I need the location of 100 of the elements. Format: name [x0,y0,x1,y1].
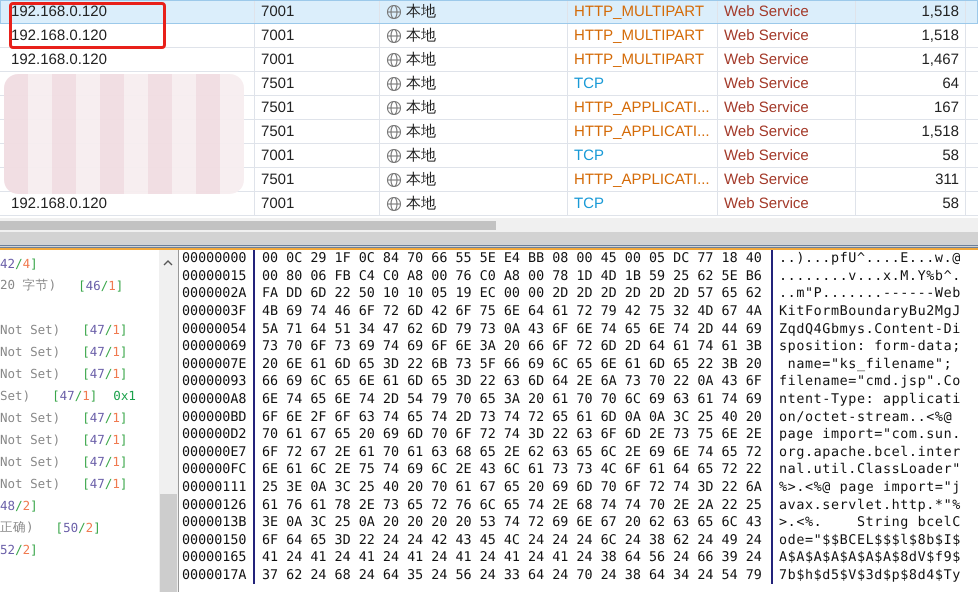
application-label: Web Service [724,171,809,188]
tree-line[interactable]: 20 字节) [46/1] [0,274,159,296]
application-label: Web Service [724,27,809,44]
hex-offset: 00000000 [179,250,255,268]
application-label: Web Service [724,123,809,140]
vertical-scrollbar[interactable] [159,250,178,592]
hex-offset: 000000E7 [179,444,255,462]
ascii-text: ntent-Type: applicati [778,392,961,408]
hex-bytes: 41 24 41 24 41 24 41 24 41 24 41 24 41 24 38 64 56 24 66 39 24 [255,549,773,567]
ascii-text: >.<%. String bcelC [778,515,961,530]
source-address: 192.168.0.120 [11,51,107,68]
hex-bytes: 00 0C 29 1F 0C 84 70 66 55 5E E4 BB 08 00 45 00 05 DC 77 18 40 [255,250,773,268]
globe-icon [386,76,402,92]
port-number: 7501 [261,75,294,92]
port-number: 7501 [261,123,294,140]
location-label: 本地 [406,194,436,213]
application-label: Web Service [724,195,809,212]
location-label: 本地 [406,2,436,21]
hex-offset: 00000015 [179,268,255,286]
ascii-text: A$A$A$A$A$A$A$8dV$f9$ [778,550,961,566]
hex-offset: 00000126 [179,496,255,514]
globe-icon [386,4,402,20]
location-label: 本地 [406,50,436,69]
hex-offset: 00000093 [179,373,255,391]
port-number: 7501 [261,99,294,116]
protocol-label: HTTP_MULTIPART [574,51,704,68]
source-address: 192.168.0.120 [11,27,107,44]
hex-offset: 0000007E [179,356,255,374]
hex-bytes: 6E 74 65 6E 74 2D 54 79 70 65 3A 20 61 70 70 6C 69 63 61 74 69 [255,390,773,408]
hex-bytes: 6F 72 67 2E 61 70 61 63 68 65 2E 62 63 65 6C 2E 69 6E 74 65 72 [255,444,773,462]
location-label: 本地 [406,146,436,165]
port-number: 7001 [261,51,294,68]
hex-offset: 00000054 [179,320,255,338]
packet-size: 1,518 [921,123,959,140]
hex-bytes: 66 69 6C 65 6E 61 6D 65 3D 22 63 6D 64 2E 6A 73 70 22 0A 43 6F [255,373,773,391]
hex-bytes: 3E 0A 3C 25 0A 20 20 20 20 53 74 72 69 6E 67 20 62 63 65 6C 43 [255,514,773,532]
packet-size: 1,518 [921,3,959,20]
packet-size: 311 [935,171,959,188]
source-address: 192.168.0.120 [11,195,107,212]
hex-offset: 0000013B [179,514,255,532]
globe-icon [386,196,402,212]
hex-bytes: 6F 6E 2F 6F 63 74 65 74 2D 73 74 72 65 61 6D 0A 0A 3C 25 40 20 [255,408,773,426]
tree-line[interactable]: 42/4] [0,252,159,274]
location-label: 本地 [406,122,436,141]
hex-bytes: 4B 69 74 46 6F 72 6D 42 6F 75 6E 64 61 72 79 42 75 32 4D 67 4A [255,302,773,320]
packet-size: 1,518 [921,27,959,44]
source-address: 192.168.0.120 [11,3,107,20]
tree-line[interactable]: Not Set) [47/1] [0,362,159,384]
tree-line[interactable]: Set) [47/1] 0x1 [0,384,159,406]
hex-offset: 000000BD [179,408,255,426]
tree-line[interactable]: Not Set) [47/1] [0,428,159,450]
ascii-text: avax.servlet.http.*"% [778,498,961,513]
protocol-label: HTTP_MULTIPART [574,3,704,20]
tree-line[interactable]: Not Set) [47/1] [0,450,159,472]
packet-size: 58 [942,195,959,212]
tree-line[interactable]: Not Set) [47/1] [0,318,159,340]
application-label: Web Service [724,3,809,20]
hex-offset: 0000017A [179,566,255,584]
application-label: Web Service [724,147,809,164]
packet-row[interactable]: 192.168.0.120 7001 本地 HTTP_MULTIPART Web Service 1,518 [0,24,978,48]
protocol-label: HTTP_APPLICATI... [574,123,710,140]
port-number: 7001 [261,27,294,44]
hex-bytes: 20 6E 61 6D 65 3D 22 6B 73 5F 66 69 6C 65 6E 61 6D 65 22 3B 20 [255,356,773,374]
globe-icon [386,172,402,188]
scroll-up-icon[interactable] [163,260,173,266]
hex-bytes: 25 3E 0A 3C 25 40 20 70 61 67 65 20 69 6D 70 6F 72 74 3D 22 6A [255,478,773,496]
ascii-text: ode="$$BCEL$$$l$8b$I$ [778,532,961,548]
tree-line[interactable]: Not Set) [47/1] [0,406,159,428]
tree-line[interactable]: 正确) [50/2] [0,516,159,538]
ascii-text: sposition: form-data; [778,339,961,354]
tree-line[interactable]: 52/2] [0,538,159,560]
port-number: 7501 [261,171,294,188]
ascii-text: filename="cmd.jsp".Co [778,374,961,390]
protocol-label: HTTP_APPLICATI... [574,171,710,188]
tree-line[interactable]: Not Set) [47/1] [0,340,159,362]
packet-row[interactable]: 192.168.0.120 7001 本地 HTTP_MULTIPART Web Service 1,518 [0,0,978,24]
packet-row[interactable]: 192.168.0.120 7001 本地 HTTP_MULTIPART Web Service 1,467 [0,48,978,72]
globe-icon [386,148,402,164]
hex-bytes: 5A 71 64 51 34 47 62 6D 79 73 0A 43 6F 6E 74 65 6E 74 2D 44 69 [255,320,773,338]
splitter-bar[interactable] [0,232,978,248]
port-number: 7001 [261,147,294,164]
tree-line[interactable]: Not Set) [47/1] [0,472,159,494]
hex-offset: 000000D2 [179,426,255,444]
hex-offset: 0000002A [179,285,255,303]
packet-size: 64 [942,75,959,92]
protocol-label: HTTP_MULTIPART [574,27,704,44]
horizontal-scrollbar[interactable] [0,218,978,232]
hex-bytes: 73 70 6F 73 69 74 69 6F 6E 3A 20 66 6F 72 6D 2D 64 61 74 61 3B [255,338,773,356]
hex-bytes: FA DD 6D 22 50 10 10 05 19 EC 00 00 2D 2D 2D 2D 2D 2D 57 65 62 [255,285,773,303]
hex-offset: 000000A8 [179,390,255,408]
ascii-text: %>.<%@ page import="j [778,480,961,496]
hex-bytes: 00 80 06 FB C4 C0 A8 00 76 C0 A8 00 78 1D 4D 1B 59 25 62 5E B6 [255,268,773,286]
globe-icon [386,100,402,116]
hex-offset: 000000FC [179,461,255,479]
location-label: 本地 [406,26,436,45]
ascii-text: ........v...x.M.Y%b^. [778,268,961,284]
hex-bytes: 70 61 67 65 20 69 6D 70 6F 72 74 3D 22 63 6F 6D 2E 73 75 6E 2E [255,426,773,444]
ascii-text: org.apache.bcel.inter [778,444,961,460]
globe-icon [386,124,402,140]
tree-line[interactable]: 48/2] [0,494,159,516]
